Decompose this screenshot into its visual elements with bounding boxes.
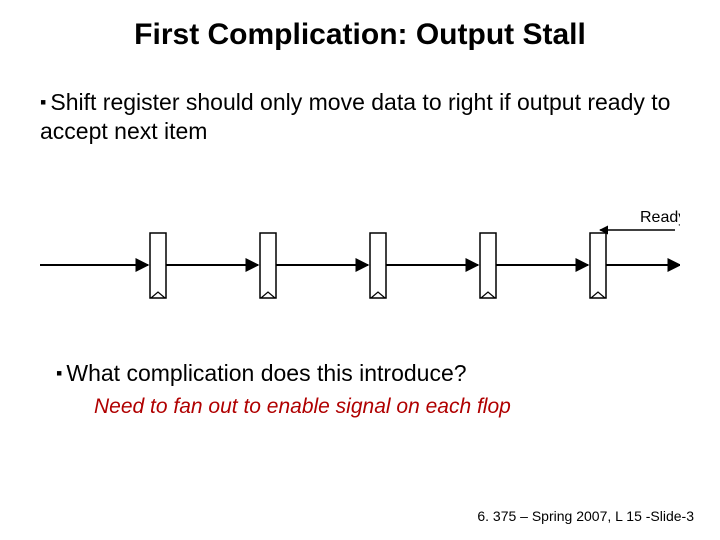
- flop-1: [150, 233, 166, 298]
- answer-text: Need to fan out to enable signal on each…: [94, 395, 511, 419]
- flop-2: [260, 233, 276, 298]
- bullet-shift-register: Shift register should only move data to …: [40, 88, 680, 146]
- flop-4: [480, 233, 496, 298]
- ready-text: Ready: [640, 209, 680, 226]
- bullet-complication: What complication does this introduce?: [56, 360, 467, 387]
- slide: First Complication: Output Stall Shift r…: [0, 0, 720, 540]
- slide-title: First Complication: Output Stall: [0, 18, 720, 52]
- flop-3: [370, 233, 386, 298]
- shift-register-diagram: Ready: [40, 200, 680, 320]
- flop-5: [590, 233, 606, 298]
- slide-footer: 6. 375 – Spring 2007, L 15 -Slide-3: [477, 508, 694, 524]
